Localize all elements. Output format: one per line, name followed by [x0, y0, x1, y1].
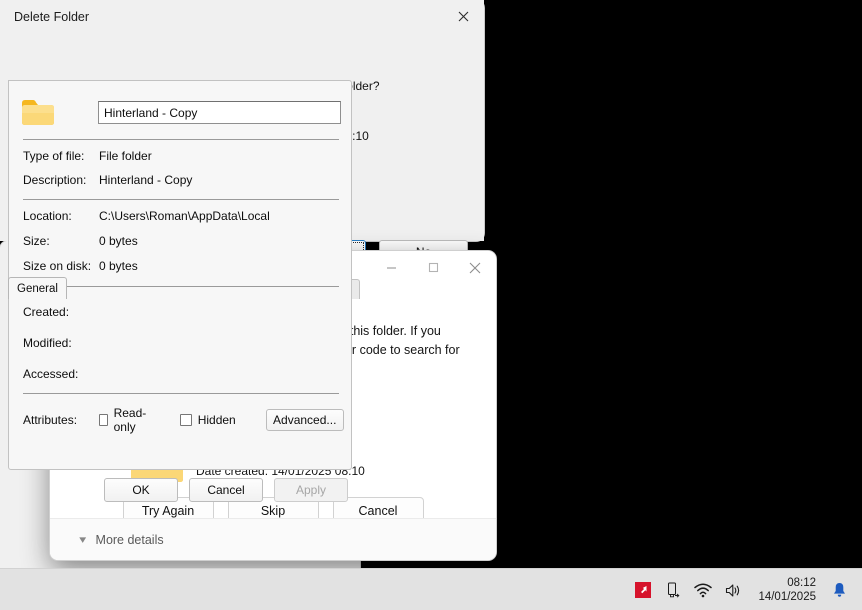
maximize-icon[interactable] [412, 251, 454, 284]
hidden-label: Hidden [197, 413, 236, 427]
clock-date: 14/01/2025 [758, 591, 816, 603]
advanced-button[interactable]: Advanced... [265, 409, 344, 431]
attributes-row: Attributes: Read-only Hidden Advanced... [23, 406, 344, 434]
divider-3 [23, 286, 339, 287]
divider-4 [23, 393, 339, 394]
taskbar: 08:12 14/01/2025 [0, 568, 862, 610]
volume-glyph [725, 583, 740, 597]
desktop: Delete Folder Are you sure that you want… [0, 0, 862, 610]
usb-glyph [668, 582, 680, 598]
wifi-glyph [694, 583, 713, 597]
prop-value-size: 0 bytes [99, 234, 138, 248]
minimize-glyph [386, 267, 396, 269]
prop-label-size-on-disk: Size on disk: [23, 259, 92, 273]
interrupt-dialog-window-controls [370, 251, 496, 284]
system-tray: 08:12 14/01/2025 [628, 569, 854, 610]
chevron-down-icon: ▾ [79, 534, 87, 546]
more-details-label: More details [95, 532, 164, 547]
checkbox-box [179, 414, 192, 426]
clock-time: 08:12 [787, 577, 816, 589]
amd-glyph [635, 582, 652, 598]
ok-button[interactable]: OK [104, 478, 178, 502]
usb-eject-icon[interactable] [658, 569, 688, 610]
prop-label-accessed: Accessed: [23, 367, 79, 381]
wifi-icon[interactable] [688, 569, 718, 610]
prop-row-created: Created: [23, 305, 99, 319]
prop-row-size: Size: 0 bytes [23, 234, 138, 248]
amd-radeon-icon[interactable] [628, 569, 658, 610]
prop-value-size-on-disk: 0 bytes [99, 259, 138, 273]
bell-glyph [833, 583, 845, 597]
more-details-toggle[interactable]: ▾ More details [50, 532, 164, 547]
close-glyph [458, 11, 468, 22]
properties-buttons: OK Cancel Apply [0, 478, 360, 502]
read-only-label: Read-only [113, 406, 147, 434]
general-tab-panel: Hinterland - Copy Type of file: File fol… [8, 80, 352, 470]
bell-icon[interactable] [824, 569, 854, 610]
cancel-button[interactable]: Cancel [189, 478, 263, 502]
prop-row-size-on-disk: Size on disk: 0 bytes [23, 259, 138, 273]
prop-row-modified: Modified: [23, 336, 99, 350]
delete-dialog-title: Delete Folder [14, 9, 90, 24]
close-icon[interactable] [442, 0, 484, 33]
volume-icon[interactable] [718, 569, 748, 610]
maximize-glyph [428, 262, 438, 273]
taskbar-clock[interactable]: 08:12 14/01/2025 [748, 576, 824, 604]
attributes-label: Attributes: [23, 413, 78, 427]
delete-dialog-window-controls [442, 0, 484, 33]
close-glyph [469, 262, 481, 273]
minimize-icon[interactable] [370, 251, 412, 284]
close-icon[interactable] [454, 251, 496, 284]
prop-label-size: Size: [23, 234, 50, 248]
read-only-checkbox[interactable]: Read-only [99, 406, 150, 434]
prop-label-modified: Modified: [23, 336, 72, 350]
checkbox-box [99, 414, 108, 426]
prop-label-created: Created: [23, 305, 70, 319]
delete-dialog-titlebar[interactable]: Delete Folder [0, 0, 484, 33]
hidden-checkbox[interactable]: Hidden [179, 413, 236, 427]
apply-button: Apply [274, 478, 348, 502]
prop-row-accessed: Accessed: [23, 367, 99, 381]
tab-general[interactable]: General [8, 277, 67, 299]
interrupt-dialog-footer: ▾ More details [50, 518, 496, 560]
